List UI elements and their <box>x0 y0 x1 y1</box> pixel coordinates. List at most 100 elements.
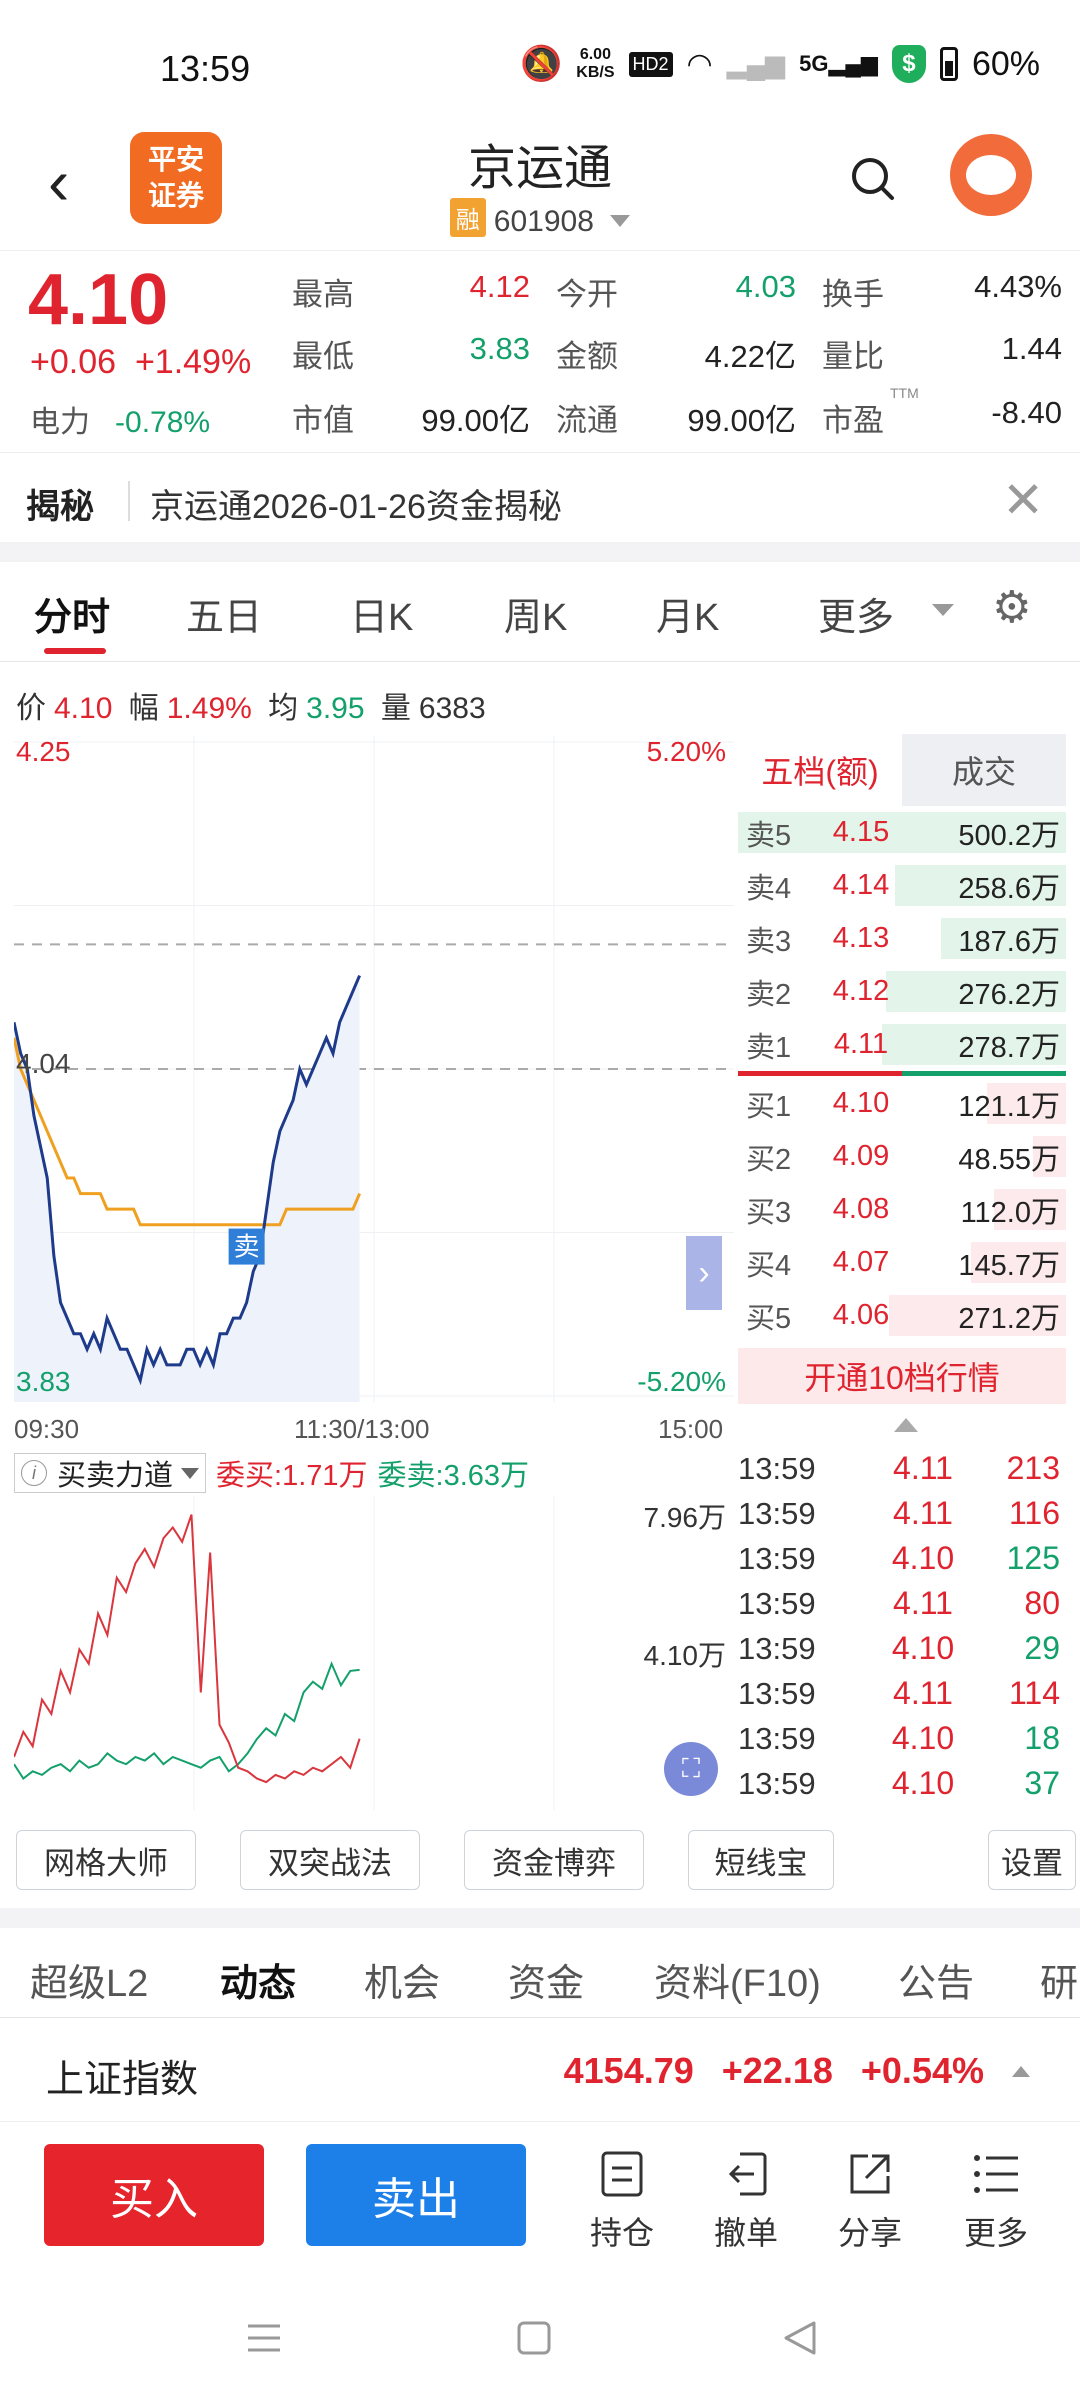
tool-grid-master[interactable]: 网格大师 <box>16 1830 196 1890</box>
tab-trades[interactable]: 成交 <box>902 734 1066 806</box>
ask-level-row[interactable]: 卖2 4.12 276.2万 <box>738 965 1066 1018</box>
tab-more[interactable]: 更多 <box>818 586 894 641</box>
tab-five-levels[interactable]: 五档(额) <box>738 734 902 806</box>
level-price: 4.13 <box>832 922 890 954</box>
quote-label: 流通 <box>556 403 618 438</box>
trade-volume: 125 <box>1006 1540 1060 1576</box>
positions-button[interactable]: 持仓 <box>572 2146 672 2254</box>
back-nav-icon[interactable] <box>780 2318 820 2358</box>
tab-weekly-k[interactable]: 周K <box>504 586 567 641</box>
tab-intraday[interactable]: 分时 <box>34 586 110 641</box>
intraday-chart[interactable]: 卖 4.25 4.04 3.83 5.20% -5.20% › <box>12 736 734 1402</box>
trade-row: 13:59 4.11 114 <box>738 1671 1066 1716</box>
divider <box>0 1908 1080 1928</box>
tab-announcement[interactable]: 公告 <box>898 1952 974 2007</box>
chevron-up-icon[interactable] <box>1012 2065 1030 2077</box>
ask-level-row[interactable]: 卖4 4.14 258.6万 <box>738 859 1066 912</box>
level-label: 买2 <box>746 1143 792 1176</box>
document-icon <box>572 2146 672 2202</box>
quote-value: 4.03 <box>735 269 796 304</box>
sell-marker[interactable]: 卖 <box>228 1228 265 1265</box>
fullscreen-icon[interactable]: ⛶ <box>664 1742 718 1796</box>
recents-nav-icon[interactable] <box>244 2318 284 2358</box>
wifi-icon: ◠ <box>686 47 713 81</box>
quote-value: 4.43% <box>974 269 1062 304</box>
indicator-selector[interactable]: i 买卖力道 <box>14 1453 207 1493</box>
quote-label: 最低 <box>292 339 354 374</box>
power-chart[interactable]: 7.96万 4.10万 <box>13 1496 734 1810</box>
tab-capital[interactable]: 资金 <box>508 1952 584 2007</box>
tab-research[interactable]: 研 <box>1040 1952 1078 2007</box>
trade-price: 4.10 <box>891 1765 955 1801</box>
tool-capital-game[interactable]: 资金博弈 <box>464 1830 644 1890</box>
trade-time: 13:59 <box>738 1630 816 1666</box>
stock-name: 京运通 <box>467 142 612 195</box>
quote-value: -8.40 <box>991 395 1062 430</box>
ask-level-row[interactable]: 卖5 4.15 500.2万 <box>738 806 1066 859</box>
tab-news[interactable]: 动态 <box>220 1952 296 2007</box>
power-header: i 买卖力道 委买:1.71万 委卖:3.63万 <box>14 1452 734 1494</box>
level-volume: 271.2万 <box>958 1302 1060 1335</box>
info-icon[interactable]: i <box>21 1460 47 1486</box>
y-tick-high: 4.25 <box>16 736 71 767</box>
stock-code-selector[interactable]: 融 601908 <box>0 198 1080 239</box>
ask-level-row[interactable]: 卖1 4.11 278.7万 <box>738 1018 1066 1071</box>
sell-button[interactable]: 卖出 <box>306 2144 526 2246</box>
security-shield-icon: $ <box>891 45 926 83</box>
y-tick-prev-close: 4.04 <box>16 1048 71 1079</box>
quote-label: 最高 <box>292 277 354 312</box>
trade-ticks: 13:59 4.11 213 13:59 4.11 116 13:59 4.10 125 13:5… <box>738 1446 1066 1806</box>
tab-f10[interactable]: 资料(F10) <box>654 1952 821 2007</box>
ask-level-row[interactable]: 卖3 4.13 187.6万 <box>738 912 1066 965</box>
bid-level-row[interactable]: 买4 4.07 145.7万 <box>738 1236 1066 1289</box>
index-values: 4154.79 +22.18 +0.54% <box>564 2050 1030 2092</box>
tab-super-l2[interactable]: 超级L2 <box>30 1952 148 2007</box>
level-volume: 121.1万 <box>958 1090 1060 1123</box>
quote-value: 1.44 <box>1001 331 1062 366</box>
trade-row: 13:59 4.10 29 <box>738 1626 1066 1671</box>
open-ten-levels-button[interactable]: 开通10档行情 <box>738 1348 1066 1404</box>
reveal-text[interactable]: 京运通2026-01-26资金揭秘 <box>150 479 562 528</box>
tab-opportunity[interactable]: 机会 <box>364 1952 440 2007</box>
assistant-avatar-icon[interactable] <box>950 134 1032 216</box>
y-tick-pct-high: 5.20% <box>646 736 726 767</box>
cancel-order-button[interactable]: 撤单 <box>696 2146 796 2254</box>
tool-settings[interactable]: 设置 <box>988 1830 1076 1890</box>
level-volume: 187.6万 <box>958 925 1060 958</box>
order-book: 五档(额) 成交 卖5 4.15 500.2万 卖4 4.14 258.6万 卖3 4.13 1… <box>738 734 1066 1404</box>
level-label: 买5 <box>746 1302 792 1335</box>
home-nav-icon[interactable] <box>514 2318 554 2358</box>
bid-level-row[interactable]: 买3 4.08 112.0万 <box>738 1183 1066 1236</box>
trade-time: 13:59 <box>738 1495 816 1531</box>
ttm-note: TTM <box>890 385 919 401</box>
scroll-up-icon[interactable] <box>894 1418 918 1432</box>
intraday-chart-svg: 卖 <box>12 736 734 1402</box>
tab-monthly-k[interactable]: 月K <box>656 586 719 641</box>
bid-level-row[interactable]: 买2 4.09 48.55万 <box>738 1130 1066 1183</box>
more-button[interactable]: 更多 <box>946 2146 1046 2254</box>
sector-change[interactable]: 电力 -0.78% <box>30 397 210 441</box>
trade-row: 13:59 4.11 116 <box>738 1491 1066 1536</box>
share-button[interactable]: 分享 <box>820 2146 920 2254</box>
trade-volume: 18 <box>1024 1720 1060 1756</box>
tool-short-term[interactable]: 短线宝 <box>688 1830 834 1890</box>
reveal-banner[interactable]: 揭秘 京运通2026-01-26资金揭秘 ✕ <box>0 452 1080 542</box>
trade-time: 13:59 <box>738 1450 816 1486</box>
quote-label: 量比 <box>822 339 884 374</box>
level-label: 卖5 <box>746 819 792 852</box>
y-tick-pct-low: -5.20% <box>637 1366 726 1397</box>
bid-level-row[interactable]: 买5 4.06 271.2万 <box>738 1289 1066 1342</box>
gear-icon[interactable]: ⚙ <box>992 582 1031 633</box>
search-icon[interactable] <box>848 154 896 202</box>
tab-daily-k[interactable]: 日K <box>350 586 413 641</box>
tool-double-breakout[interactable]: 双突战法 <box>240 1830 420 1890</box>
buy-button[interactable]: 买入 <box>44 2144 264 2246</box>
market-index-ticker[interactable]: 上证指数 4154.79 +22.18 +0.54% <box>0 2018 1080 2122</box>
close-icon[interactable]: ✕ <box>1002 471 1044 529</box>
bid-level-row[interactable]: 买1 4.10 121.1万 <box>738 1077 1066 1130</box>
level-price: 4.15 <box>832 816 890 848</box>
battery-percent: 60% <box>971 44 1040 83</box>
expand-orderbook-icon[interactable]: › <box>686 1236 722 1310</box>
level-label: 卖1 <box>746 1031 792 1064</box>
tab-five-day[interactable]: 五日 <box>186 586 262 641</box>
